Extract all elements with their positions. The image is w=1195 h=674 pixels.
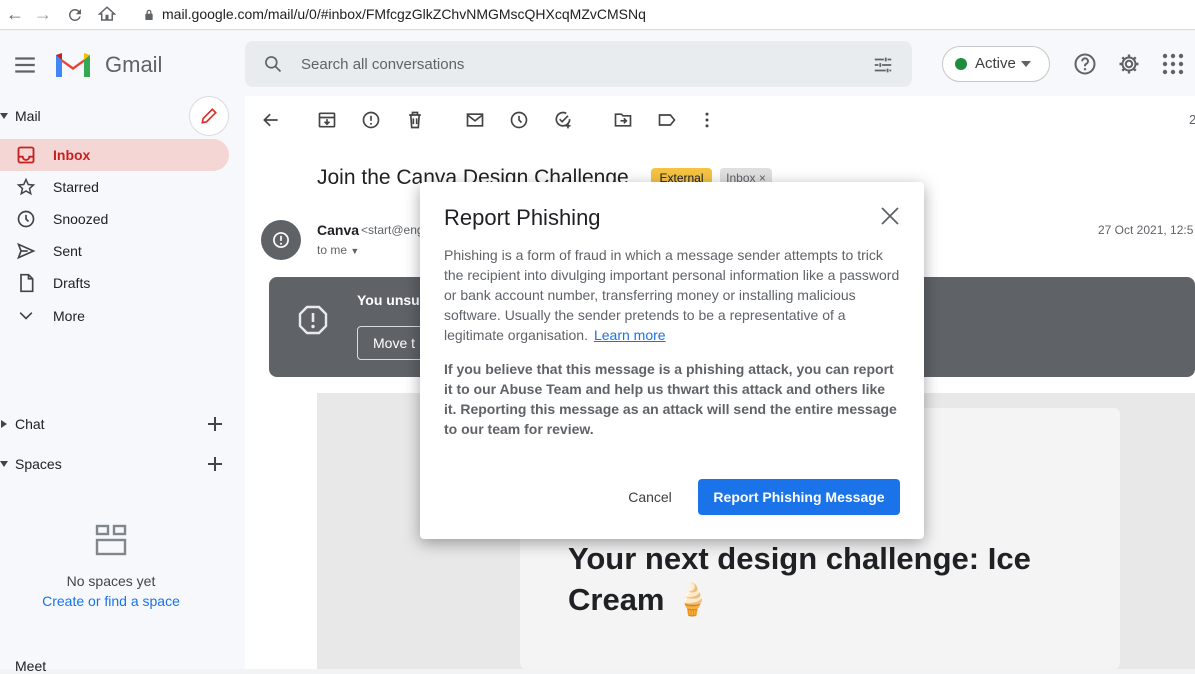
back-arrow-icon[interactable] [261,110,281,130]
reload-icon[interactable] [66,6,84,24]
label-icon[interactable] [657,110,677,130]
delete-icon[interactable] [405,110,425,130]
settings-gear-icon[interactable] [1117,52,1141,76]
email-date: 27 Oct 2021, 12:5 [1098,223,1194,237]
clock-icon [17,210,35,228]
dialog-report-info: If you believe that this message is a ph… [444,361,897,437]
forward-icon[interactable]: → [34,4,52,25]
sidebar-item-label: More [53,308,85,324]
spaces-placeholder-icon [95,524,127,556]
snooze-icon[interactable] [509,110,529,130]
collapse-arrow-icon[interactable] [0,111,8,121]
apps-grid-icon[interactable] [1162,53,1184,75]
sidebar-item-label: Drafts [53,275,91,291]
collapse-arrow-icon[interactable] [0,459,8,469]
lock-icon [145,9,153,20]
send-icon [17,242,36,260]
add-to-tasks-icon[interactable] [553,110,573,130]
octagon-warning-icon [298,305,328,335]
meet-section-heading: Meet [15,658,47,674]
draft-icon [20,273,34,293]
warning-icon [273,232,289,248]
move-to-icon[interactable] [613,110,633,130]
create-space-link[interactable]: Create or find a space [0,593,222,609]
sender-email: <start@eng [361,223,424,237]
gmail-logo-icon[interactable] [54,49,92,79]
browser-toolbar: ← → mail.google.com/mail/u/0/#inbox/FMfc… [0,0,1195,30]
chevron-down-icon [1021,61,1031,67]
email-headline: Your next design challenge: Ice Cream 🍦 [568,541,1031,617]
warning-text: You unsub [357,292,429,308]
sidebar-item-label: Inbox [53,147,91,163]
chevron-down-icon [19,312,33,320]
cancel-button[interactable]: Cancel [614,479,686,515]
mail-section-heading: Mail [15,108,41,124]
more-vert-icon[interactable] [697,110,717,130]
add-chat-icon[interactable] [206,415,224,433]
inbox-icon [17,146,35,164]
report-spam-icon[interactable] [361,110,381,130]
search-input[interactable]: Search all conversations [301,56,464,73]
pencil-icon [201,108,217,124]
dialog-description: Phishing is a form of fraud in which a m… [444,245,900,345]
app-name: Gmail [105,52,163,77]
chat-section-heading: Chat [15,416,45,432]
dialog-title: Report Phishing [444,205,601,230]
recipient-label: to me [317,243,348,257]
report-phishing-button[interactable]: Report Phishing Message [698,479,900,515]
sidebar-item-label: Starred [53,179,99,195]
search-icon[interactable] [263,54,283,74]
close-icon[interactable] [879,205,901,227]
sidebar-item-label: Snoozed [53,211,109,227]
address-bar[interactable]: mail.google.com/mail/u/0/#inbox/FMfcgzGl… [144,6,646,22]
dialog-description-text: Phishing is a form of fraud in which a m… [444,247,900,343]
page-count: 2 [1189,112,1195,127]
move-button-label: Move t [373,335,416,351]
url-text: mail.google.com/mail/u/0/#inbox/FMfcgzGl… [162,6,646,22]
caret-down-icon: ▼ [350,246,360,256]
status-dot [955,58,967,70]
expand-arrow-icon[interactable] [0,419,8,429]
sender-name: Canva [317,222,360,238]
back-icon[interactable]: ← [6,4,24,25]
sidebar-item-label: Sent [53,243,82,259]
no-spaces-text: No spaces yet [66,573,156,589]
archive-icon[interactable] [317,110,337,130]
mark-unread-icon[interactable] [465,110,485,130]
recipient-details[interactable]: to me ▼ [317,243,359,257]
home-icon[interactable] [98,5,116,23]
search-options-icon[interactable] [872,54,894,76]
spaces-section-heading: Spaces [15,456,62,472]
learn-more-link[interactable]: Learn more [594,327,666,343]
main-menu-icon[interactable] [12,52,38,78]
star-icon [16,177,36,196]
status-label: Active [975,55,1016,72]
help-icon[interactable] [1073,52,1097,76]
add-space-icon[interactable] [206,455,224,473]
